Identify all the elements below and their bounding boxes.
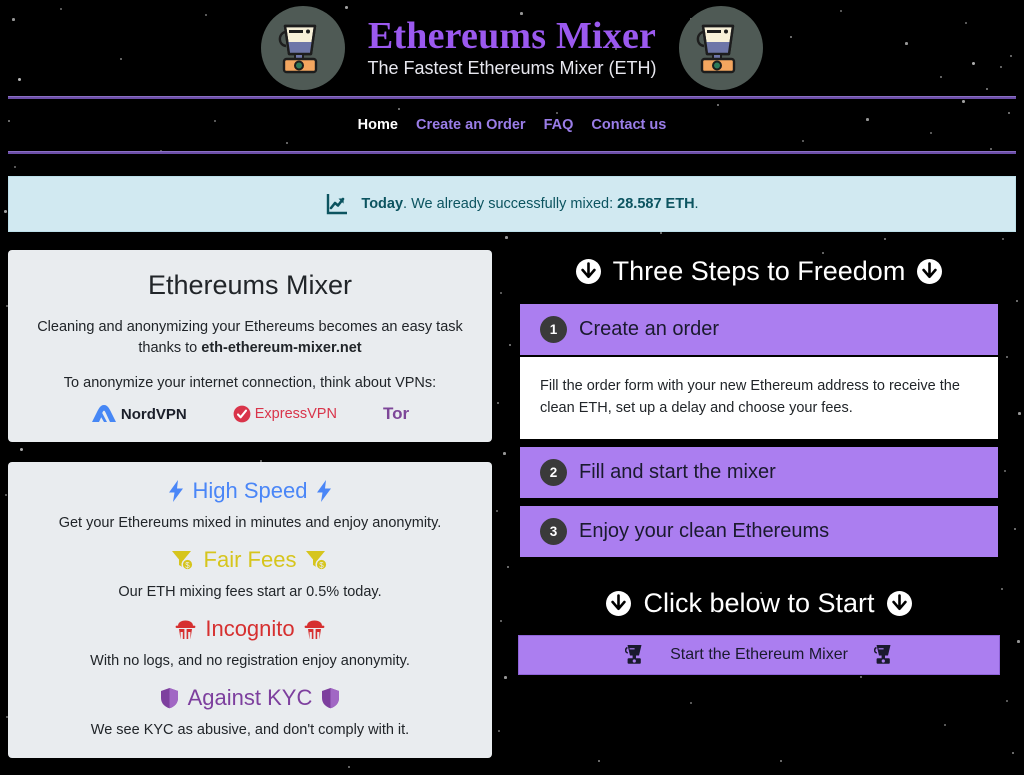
money-funnel-icon-left: $ [171, 549, 195, 571]
main-navigation: Home Create an Order FAQ Contact us [0, 99, 1024, 151]
spy-detective-icon-left [175, 619, 196, 640]
feature-title-high-speed: High Speed [192, 478, 308, 504]
nav-item-home[interactable]: Home [358, 117, 398, 133]
vpn-label-nordvpn: NordVPN [120, 405, 187, 423]
left-column: Ethereums Mixer Cleaning and anonymizing… [8, 250, 492, 759]
intro-domain: eth-ethereum-mixer.net [201, 340, 362, 357]
intro-paragraph-1: Cleaning and anonymizing your Ethereums … [26, 317, 474, 359]
feature-desc-fair-fees: Our ETH mixing fees start ar 0.5% today. [118, 584, 382, 601]
arrow-down-circle-icon-right [916, 258, 943, 285]
step-number-badge-3: 3 [540, 517, 567, 545]
feature-heading-high-speed: High Speed [26, 478, 474, 504]
accordion-label-1: Create an order [579, 318, 720, 340]
accordion-header-fill-and-start-the-mixer[interactable]: 2 Fill and start the mixer [518, 444, 1000, 500]
shield-icon-left [160, 687, 179, 709]
vpn-label-tor: Tor [382, 404, 410, 424]
vpn-logo-row: NordVPN ExpressVPN Tor [26, 404, 474, 424]
arrow-down-circle-icon-left [575, 258, 602, 285]
steps-section-heading: Three Steps to Freedom [518, 250, 1000, 292]
feature-desc-against-kyc: We see KYC as abusive, and don't comply … [90, 722, 410, 739]
svg-text:$: $ [185, 561, 190, 570]
lightning-bolt-icon-right [316, 480, 332, 503]
banner-day-label: Today [361, 196, 404, 212]
site-header: Ethereums Mixer The Fastest Ethereums Mi… [0, 0, 1024, 96]
stats-banner: Today. We already successfully mixed: 28… [8, 176, 1016, 232]
arrow-down-circle-icon-cta-right [886, 590, 913, 617]
nav-item-faq[interactable]: FAQ [544, 117, 574, 133]
site-tagline: The Fastest Ethereums Mixer (ETH) [367, 58, 657, 79]
accordion-item-3: 3 Enjoy your clean Ethereums [518, 503, 1000, 559]
feature-desc-incognito: With no logs, and no registration enjoy … [90, 653, 410, 670]
feature-heading-fair-fees: $ Fair Fees $ [26, 547, 474, 573]
feature-title-against-kyc: Against KYC [187, 685, 313, 711]
intro-paragraph-2: To anonymize your internet connection, t… [63, 375, 437, 392]
vpn-logo-tor[interactable]: Tor [383, 404, 409, 424]
right-column: Three Steps to Freedom 1 Create an order… [518, 250, 1000, 758]
lightning-bolt-icon-left [168, 480, 184, 503]
chart-increasing-icon [325, 192, 349, 216]
nordvpn-logo-icon [91, 404, 117, 424]
start-the-ethereum-mixer-button[interactable]: Start the Ethereum Mixer [518, 634, 1000, 675]
nav-item-contact-us[interactable]: Contact us [591, 117, 666, 133]
accordion-label-3: Enjoy your clean Ethereums [579, 519, 830, 542]
intro-card-title: Ethereums Mixer [147, 270, 353, 300]
page-root: Ethereums Mixer The Fastest Ethereums Mi… [0, 0, 1024, 775]
blender-icon-button-left [625, 644, 644, 665]
vpn-logo-nordvpn[interactable]: NordVPN [91, 404, 187, 424]
vpn-label-expressvpn: ExpressVPN [254, 406, 337, 423]
banner-amount: 28.587 ETH [617, 196, 695, 212]
start-button-label: Start the Ethereum Mixer [670, 645, 848, 663]
banner-text: Today. We already successfully mixed: 28… [361, 196, 698, 212]
divider-bottom [8, 151, 1016, 154]
feature-heading-incognito: Incognito [26, 616, 474, 642]
banner-period: . [694, 196, 699, 212]
accordion-label-2: Fill and start the mixer [579, 460, 776, 483]
steps-heading-text: Three Steps to Freedom [612, 255, 906, 286]
spy-detective-icon-right [304, 619, 325, 640]
steps-accordion: 1 Create an order Fill the order form wi… [518, 302, 1000, 559]
accordion-body-1: Fill the order form with your new Ethere… [518, 357, 1000, 441]
accordion-item-2: 2 Fill and start the mixer [518, 444, 1000, 500]
features-card: High Speed Get your Ethereums mixed in m… [8, 462, 492, 759]
shield-icon-right [321, 687, 340, 709]
blender-icon-left [261, 6, 346, 90]
money-funnel-icon-right: $ [305, 549, 329, 571]
intro-card: Ethereums Mixer Cleaning and anonymizing… [8, 250, 492, 443]
banner-separator: . [403, 196, 408, 212]
main-content: Ethereums Mixer Cleaning and anonymizing… [0, 232, 1024, 759]
cta-section-heading: Click below to Start [518, 583, 1000, 625]
cta-heading-text: Click below to Start [643, 588, 875, 618]
feature-desc-high-speed: Get your Ethereums mixed in minutes and … [58, 515, 442, 532]
svg-text:$: $ [320, 561, 325, 570]
feature-title-incognito: Incognito [205, 616, 295, 642]
nav-item-create-an-order[interactable]: Create an Order [416, 117, 526, 133]
vpn-logo-expressvpn[interactable]: ExpressVPN [233, 405, 337, 423]
step-number-badge-2: 2 [540, 458, 567, 486]
blender-icon-button-right [873, 644, 893, 665]
expressvpn-logo-icon [233, 405, 251, 423]
accordion-header-enjoy-your-clean-ethereums[interactable]: 3 Enjoy your clean Ethereums [518, 503, 1000, 559]
banner-message: We already successfully mixed: [411, 196, 614, 212]
arrow-down-circle-icon-cta-left [605, 590, 632, 617]
brand-text: Ethereums Mixer The Fastest Ethereums Mi… [367, 14, 657, 80]
step-number-badge-1: 1 [540, 316, 567, 343]
feature-heading-against-kyc: Against KYC [26, 685, 474, 711]
site-title: Ethereums Mixer [367, 14, 657, 57]
blender-icon-right [678, 6, 763, 90]
accordion-header-create-an-order[interactable]: 1 Create an order [518, 302, 1000, 357]
accordion-item-1: 1 Create an order Fill the order form wi… [518, 302, 1000, 441]
feature-title-fair-fees: Fair Fees [203, 547, 297, 573]
